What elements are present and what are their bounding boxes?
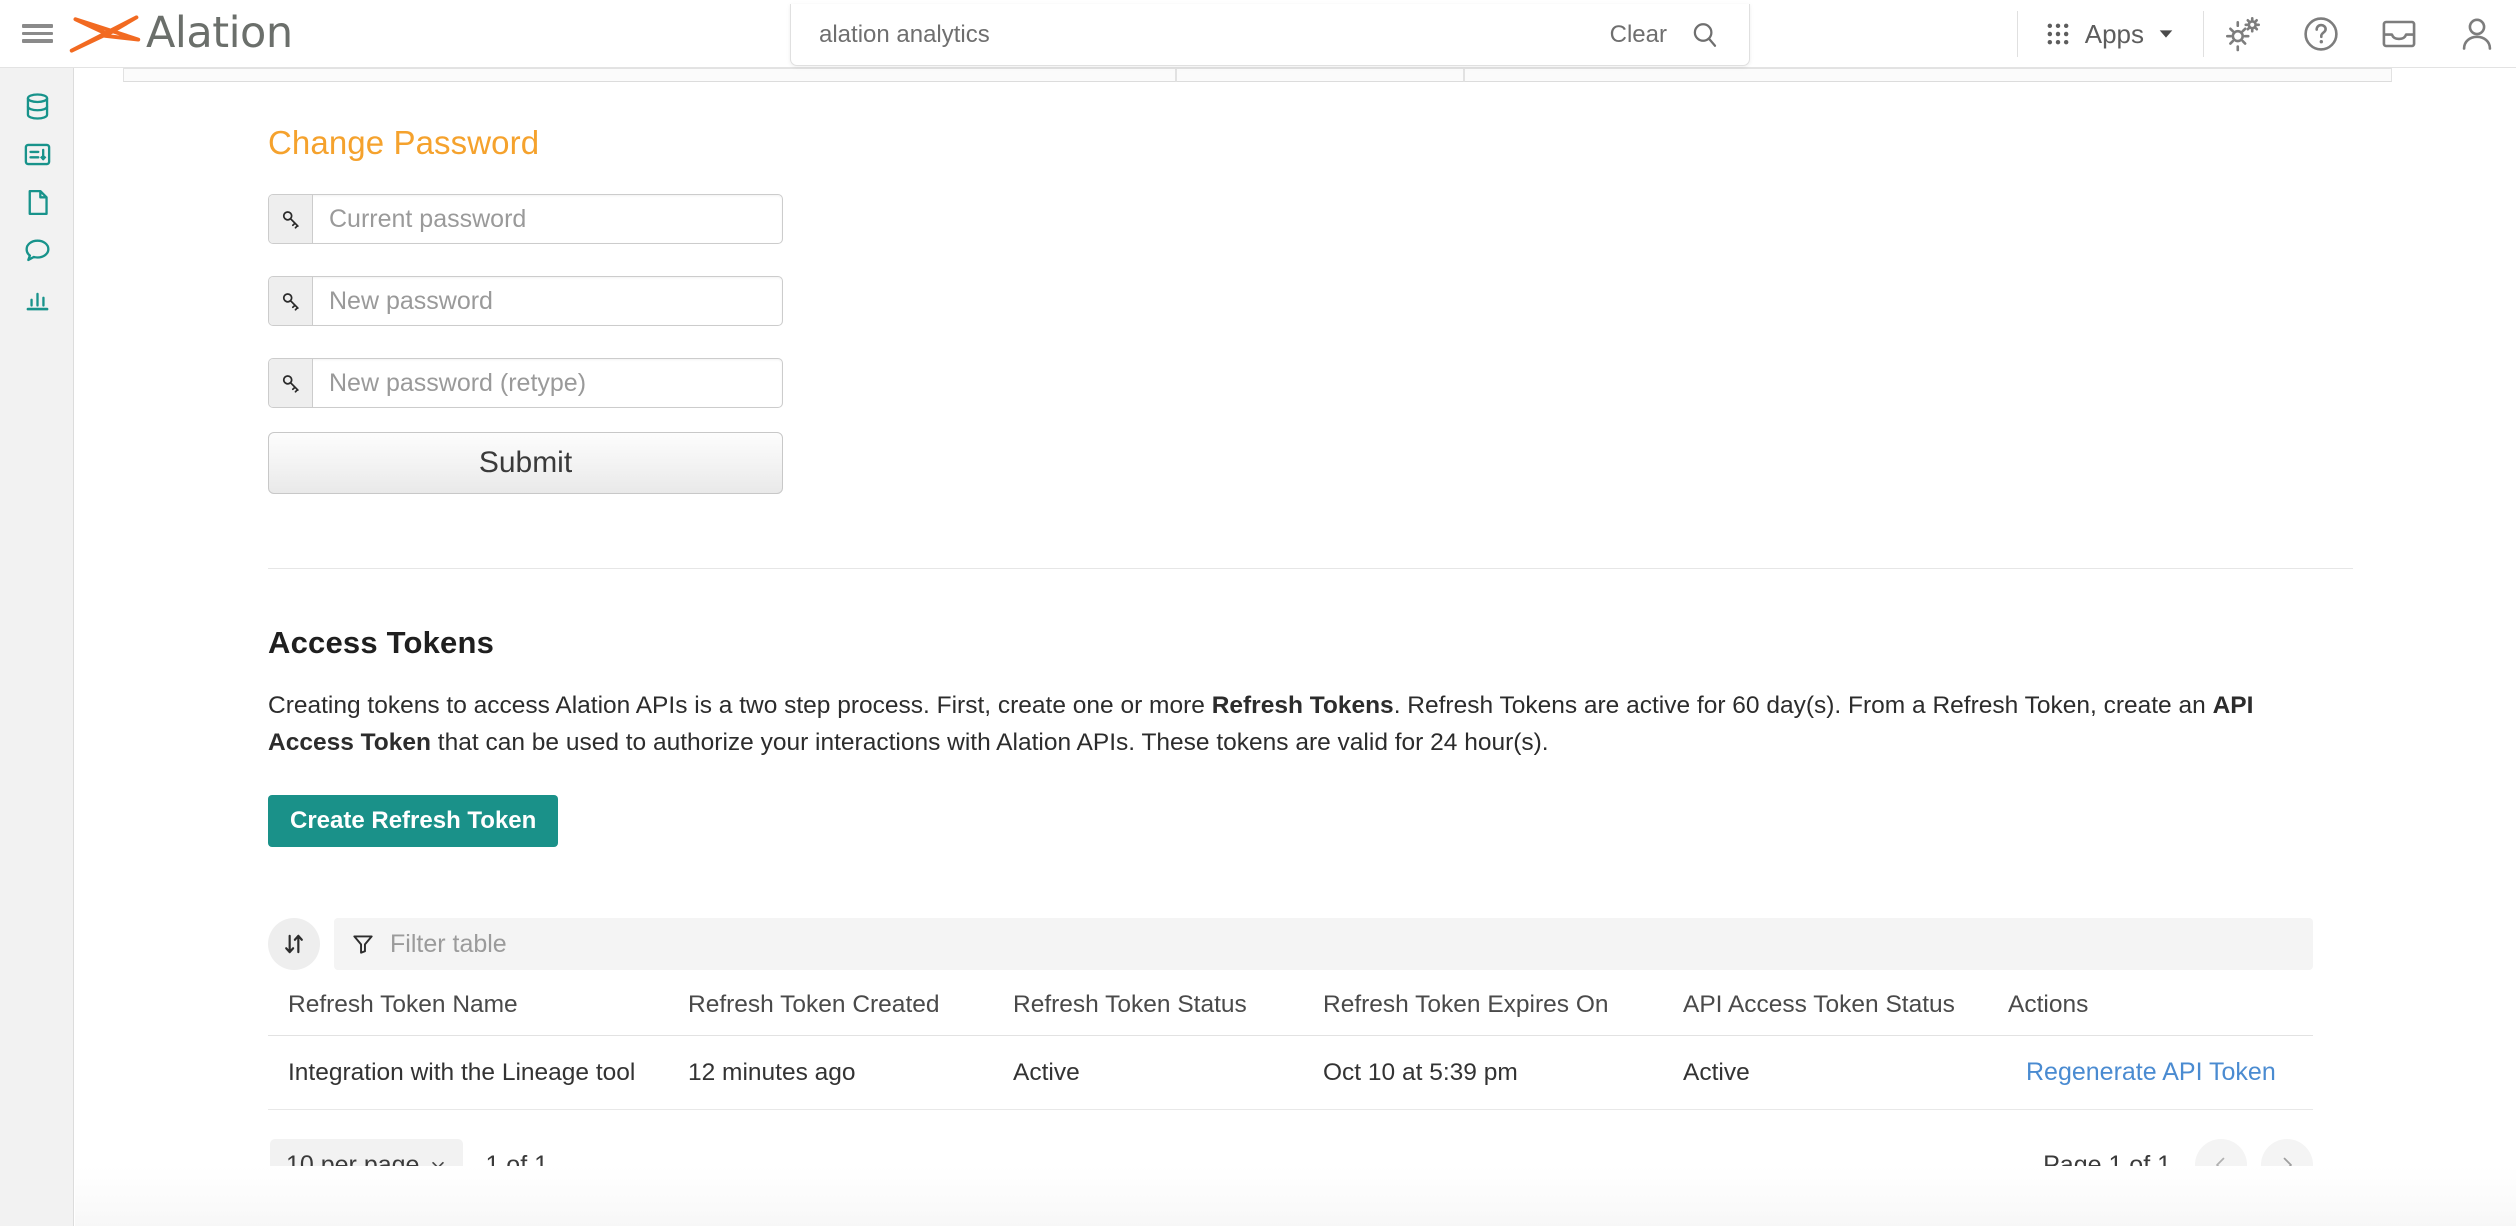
hamburger-bar — [21, 24, 53, 28]
cell-token-expires-on: Oct 10 at 5:39 pm — [1323, 1035, 1683, 1111]
top-header-bar: Alation Clear Apps — [0, 0, 2516, 68]
desc-part-3: that can be used to authorize your inter… — [430, 729, 1549, 757]
global-search[interactable]: Clear — [790, 4, 1750, 66]
chevron-left-icon — [2216, 1158, 2225, 1173]
inbox-button[interactable] — [2360, 0, 2438, 68]
chevron-down-icon — [2159, 30, 2173, 38]
column-header-created[interactable]: Refresh Token Created — [688, 979, 1013, 1037]
sort-button[interactable] — [268, 918, 320, 971]
funnel-icon — [353, 935, 373, 955]
cell-token-created: 12 minutes ago — [688, 1035, 1013, 1111]
gears-icon — [2226, 17, 2260, 52]
key-icon — [269, 359, 313, 407]
main-content-area: Change Password Submit Access Tokens Cre… — [75, 68, 2516, 1226]
settings-button[interactable] — [2204, 0, 2282, 68]
list-card-icon — [24, 143, 50, 165]
access-tokens-description: Creating tokens to access Alation APIs i… — [268, 687, 2268, 761]
sort-arrows-icon — [285, 935, 303, 954]
table-header-row: Refresh Token Name Refresh Token Created… — [268, 979, 2313, 1037]
next-page-button[interactable] — [2261, 1139, 2313, 1192]
current-password-field — [268, 194, 2516, 244]
filter-table-box[interactable] — [334, 918, 2313, 971]
search-icon[interactable] — [1683, 13, 1727, 57]
filter-table-input[interactable] — [390, 929, 2297, 959]
chat-bubble-icon — [24, 239, 50, 261]
new-password-retype-input[interactable] — [313, 359, 782, 407]
sidebar-item-analytics[interactable] — [0, 274, 74, 322]
new-password-retype-input-group[interactable] — [268, 358, 783, 408]
table-toolbar — [268, 917, 2313, 971]
per-page-label: 10 per page — [286, 1150, 420, 1179]
column-header-name[interactable]: Refresh Token Name — [268, 979, 688, 1037]
bar-chart-icon — [26, 292, 48, 310]
hamburger-menu-icon[interactable] — [0, 0, 74, 68]
sidebar-item-conversations[interactable] — [0, 226, 74, 274]
account-button[interactable] — [2438, 0, 2516, 68]
tab-cell[interactable] — [123, 68, 1176, 82]
alation-logo-icon — [69, 14, 141, 53]
cell-token-name: Integration with the Lineage tool — [268, 1035, 688, 1111]
column-header-api-status[interactable]: API Access Token Status — [1683, 979, 2008, 1037]
sidebar-item-queries[interactable] — [0, 130, 74, 178]
new-password-field — [268, 276, 2516, 326]
new-password-input-group[interactable] — [268, 276, 783, 326]
key-icon — [269, 195, 313, 243]
sidebar-item-sources[interactable] — [0, 82, 74, 130]
brand-name: Alation — [146, 8, 293, 58]
page-title: Change Password — [268, 124, 540, 161]
refresh-tokens-table: Refresh Token Name Refresh Token Created… — [268, 979, 2313, 1111]
chevron-down-icon — [432, 1162, 445, 1169]
new-password-input[interactable] — [313, 277, 782, 325]
left-icon-rail — [0, 68, 74, 1226]
hamburger-bar — [21, 39, 53, 43]
desc-part-2: . Refresh Tokens are active for 60 day(s… — [1393, 692, 2213, 719]
current-password-input-group[interactable] — [268, 194, 783, 244]
desc-bold-refresh-tokens: Refresh Tokens — [1211, 692, 1394, 719]
column-header-expires-on[interactable]: Refresh Token Expires On — [1323, 979, 1683, 1037]
help-button[interactable] — [2282, 0, 2360, 68]
page-indicator-label: Page 1 of 1 — [2043, 1150, 2171, 1179]
page-range-label: 1 of 1 — [485, 1150, 549, 1179]
previous-page-button[interactable] — [2195, 1139, 2247, 1192]
database-icon — [26, 92, 48, 120]
search-input[interactable] — [819, 20, 1594, 49]
tokens-table-container: Refresh Token Name Refresh Token Created… — [268, 917, 2313, 1194]
per-page-dropdown[interactable]: 10 per page — [270, 1139, 464, 1192]
header-actions: Apps — [2016, 0, 2516, 68]
pagination-controls: Page 1 of 1 — [2043, 1139, 2313, 1192]
table-row[interactable]: Integration with the Lineage tool 12 min… — [268, 1035, 2313, 1111]
new-password-retype-field — [268, 358, 2516, 408]
apps-menu-button[interactable]: Apps — [2016, 11, 2204, 57]
key-icon — [269, 277, 313, 325]
cell-api-token-status: Active — [1683, 1035, 2008, 1111]
hamburger-bar — [21, 31, 53, 36]
regenerate-api-token-link[interactable]: Regenerate API Token — [2026, 1058, 2276, 1086]
section-divider — [268, 568, 2353, 569]
apps-label: Apps — [2084, 18, 2144, 49]
settings-content: Change Password Submit Access Tokens Cre… — [75, 82, 2516, 1194]
cell-token-status: Active — [1013, 1035, 1323, 1111]
brand-logo[interactable]: Alation — [68, 0, 293, 68]
chevron-right-icon — [2283, 1158, 2292, 1173]
current-password-input[interactable] — [313, 195, 782, 243]
tab-cell[interactable] — [1176, 68, 1464, 82]
tab-cell[interactable] — [1464, 68, 2392, 82]
column-header-status[interactable]: Refresh Token Status — [1013, 979, 1323, 1037]
access-tokens-heading: Access Tokens — [268, 625, 495, 660]
clear-search-button[interactable]: Clear — [1594, 21, 1683, 49]
column-header-actions[interactable]: Actions — [2008, 979, 2313, 1037]
user-icon — [2462, 18, 2492, 50]
create-refresh-token-button[interactable]: Create Refresh Token — [268, 795, 559, 848]
submit-button[interactable]: Submit — [268, 432, 783, 494]
document-icon — [28, 189, 48, 215]
inbox-icon — [2382, 20, 2416, 48]
sidebar-item-articles[interactable] — [0, 178, 74, 226]
desc-part-1: Creating tokens to access Alation APIs i… — [268, 692, 1212, 719]
tab-strip-cutoff — [75, 68, 2516, 82]
apps-grid-icon — [2047, 23, 2069, 45]
question-circle-icon — [2304, 17, 2338, 51]
table-pagination: 10 per page 1 of 1 Page 1 of 1 — [268, 1136, 2313, 1194]
